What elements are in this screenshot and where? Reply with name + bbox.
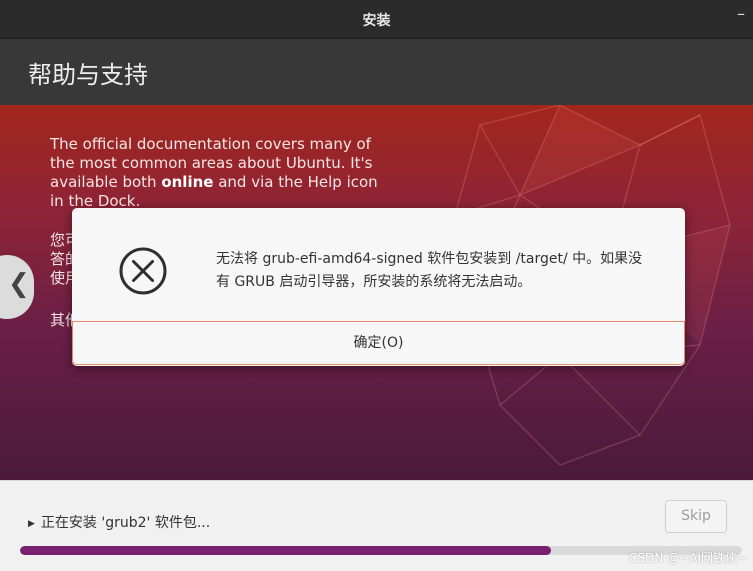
install-progress-area: ▶ 正在安装 'grub2' 软件包... Skip CSDN @~AI网铁侠~	[0, 480, 753, 571]
help-paragraph: The official documentation covers many o…	[50, 135, 390, 211]
watermark: CSDN @~AI网铁侠~	[629, 551, 747, 565]
error-dialog: 无法将 grub-efi-amd64-signed 软件包安装到 /target…	[72, 208, 685, 366]
page-header: 帮助与支持	[0, 38, 753, 105]
ok-button[interactable]: 确定(O)	[72, 321, 685, 365]
progress-fill	[20, 546, 551, 555]
page-title: 帮助与支持	[28, 61, 148, 89]
skip-button[interactable]: Skip	[665, 500, 727, 533]
online-emphasis: online	[161, 173, 214, 191]
window-title: 安装	[362, 13, 391, 29]
error-circle-x-icon	[119, 247, 167, 295]
expand-triangle-icon: ▶	[28, 519, 35, 529]
window-titlebar: 安装 –	[0, 0, 753, 38]
install-status[interactable]: ▶ 正在安装 'grub2' 软件包...	[28, 512, 210, 532]
minimize-button[interactable]: –	[737, 4, 745, 23]
error-message: 无法将 grub-efi-amd64-signed 软件包安装到 /target…	[216, 251, 643, 290]
chevron-left-icon: ❮	[8, 269, 30, 299]
status-text: 正在安装 'grub2' 软件包...	[40, 515, 211, 531]
